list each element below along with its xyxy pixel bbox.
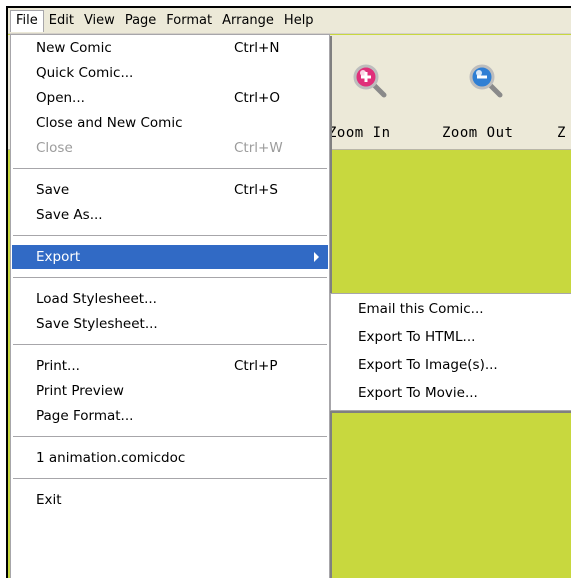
menu-separator	[13, 168, 327, 169]
menu-arrange[interactable]: Arrange	[217, 10, 279, 32]
menu-item-page-format[interactable]: Page Format...	[12, 404, 328, 428]
menu-item-save-as[interactable]: Save As...	[12, 203, 328, 227]
menu-item-quick-comic[interactable]: Quick Comic...	[12, 61, 328, 85]
menu-item-shortcut: Ctrl+O	[234, 90, 280, 106]
file-menu-dropdown: New Comic Ctrl+N Quick Comic... Open... …	[10, 34, 330, 578]
menu-item-label: 1 animation.comicdoc	[36, 450, 186, 466]
truncated-tool-button[interactable]: Z	[553, 35, 571, 150]
menu-separator	[13, 277, 327, 278]
submenu-item-label: Email this Comic...	[358, 301, 484, 317]
submenu-item-export-image[interactable]: Export To Image(s)...	[332, 352, 571, 378]
menu-view[interactable]: View	[79, 10, 120, 32]
menu-item-load-stylesheet[interactable]: Load Stylesheet...	[12, 287, 328, 311]
menu-item-shortcut: Ctrl+S	[234, 182, 278, 198]
submenu-item-email-comic[interactable]: Email this Comic...	[332, 296, 571, 322]
menu-item-recent-file-1[interactable]: 1 animation.comicdoc	[12, 446, 328, 470]
menu-item-label: Quick Comic...	[36, 65, 134, 81]
menu-item-label: Close and New Comic	[36, 115, 183, 131]
menu-item-save[interactable]: Save Ctrl+S	[12, 178, 328, 202]
submenu-item-export-html[interactable]: Export To HTML...	[332, 324, 571, 350]
submenu-item-label: Export To HTML...	[358, 329, 476, 345]
zoom-in-button[interactable]: Zoom In	[326, 35, 432, 150]
menu-item-label: Page Format...	[36, 408, 134, 424]
menu-item-close-and-new-comic[interactable]: Close and New Comic	[12, 111, 328, 135]
menu-item-label: Save Stylesheet...	[36, 316, 158, 332]
menu-item-exit[interactable]: Exit	[12, 488, 328, 512]
zoom-in-icon	[353, 64, 387, 98]
menu-edit[interactable]: Edit	[44, 10, 79, 32]
menu-item-shortcut: Ctrl+W	[234, 140, 283, 156]
menu-item-shortcut: Ctrl+N	[234, 40, 280, 56]
menu-item-export[interactable]: Export	[12, 245, 328, 269]
menu-item-label: Exit	[36, 492, 62, 508]
menu-help[interactable]: Help	[279, 10, 319, 32]
menu-item-close: Close Ctrl+W	[12, 136, 328, 160]
submenu-item-label: Export To Image(s)...	[358, 357, 498, 373]
menu-item-label: New Comic	[36, 40, 112, 56]
zoom-out-icon	[469, 64, 503, 98]
zoom-out-label: Zoom Out	[442, 125, 514, 141]
app-window: File Edit View Page Format Arrange Help …	[6, 6, 571, 578]
menu-item-print-preview[interactable]: Print Preview	[12, 379, 328, 403]
menu-item-label: Save	[36, 182, 70, 198]
menu-item-new-comic[interactable]: New Comic Ctrl+N	[12, 36, 328, 60]
truncated-tool-label: Z	[557, 125, 566, 141]
menu-bar: File Edit View Page Format Arrange Help	[8, 8, 571, 34]
menu-item-open[interactable]: Open... Ctrl+O	[12, 86, 328, 110]
menu-separator	[13, 235, 327, 236]
menu-item-label: Load Stylesheet...	[36, 291, 157, 307]
menu-item-label: Open...	[36, 90, 85, 106]
zoom-out-button[interactable]: Zoom Out	[432, 35, 542, 150]
submenu-item-label: Export To Movie...	[358, 385, 478, 401]
menu-item-label: Print Preview	[36, 383, 124, 399]
chevron-right-icon	[314, 252, 319, 262]
menu-separator	[13, 436, 327, 437]
submenu-item-export-movie[interactable]: Export To Movie...	[332, 380, 571, 406]
menu-item-label: Close	[36, 140, 73, 156]
menu-file[interactable]: File	[10, 9, 44, 32]
menu-separator	[13, 478, 327, 479]
menu-separator	[13, 344, 327, 345]
menu-item-label: Save As...	[36, 207, 103, 223]
menu-item-print[interactable]: Print... Ctrl+P	[12, 354, 328, 378]
menu-format[interactable]: Format	[161, 10, 217, 32]
menu-item-label: Export	[36, 249, 81, 265]
export-submenu: Email this Comic... Export To HTML... Ex…	[330, 293, 571, 411]
menu-item-label: Print...	[36, 358, 80, 374]
menu-item-save-stylesheet[interactable]: Save Stylesheet...	[12, 312, 328, 336]
menu-page[interactable]: Page	[120, 10, 161, 32]
zoom-in-label: Zoom In	[328, 125, 391, 141]
menu-item-shortcut: Ctrl+P	[234, 358, 278, 374]
